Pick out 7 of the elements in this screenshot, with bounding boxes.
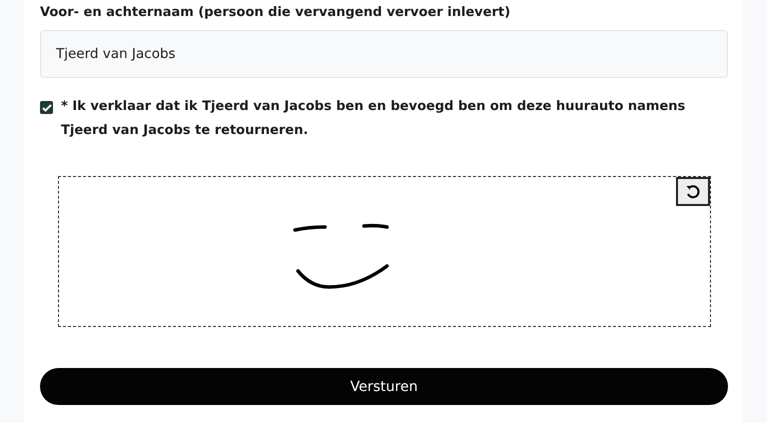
declaration-text: * Ik verklaar dat ik Tjeerd van Jacobs ben en bevoegd ben om deze huurauto namens Tjeerd van Jacobs te retourneren.: [61, 98, 686, 140]
declaration-checkbox[interactable]: [40, 101, 53, 114]
undo-icon: [685, 184, 701, 200]
submit-button[interactable]: Versturen: [40, 368, 728, 405]
reset-button[interactable]: [676, 177, 710, 206]
field-label: Voor- en achternaam (persoon die vervangend vervoer inlevert): [40, 4, 512, 22]
name-input-field[interactable]: Tjeerd van Jacobs: [40, 30, 728, 78]
